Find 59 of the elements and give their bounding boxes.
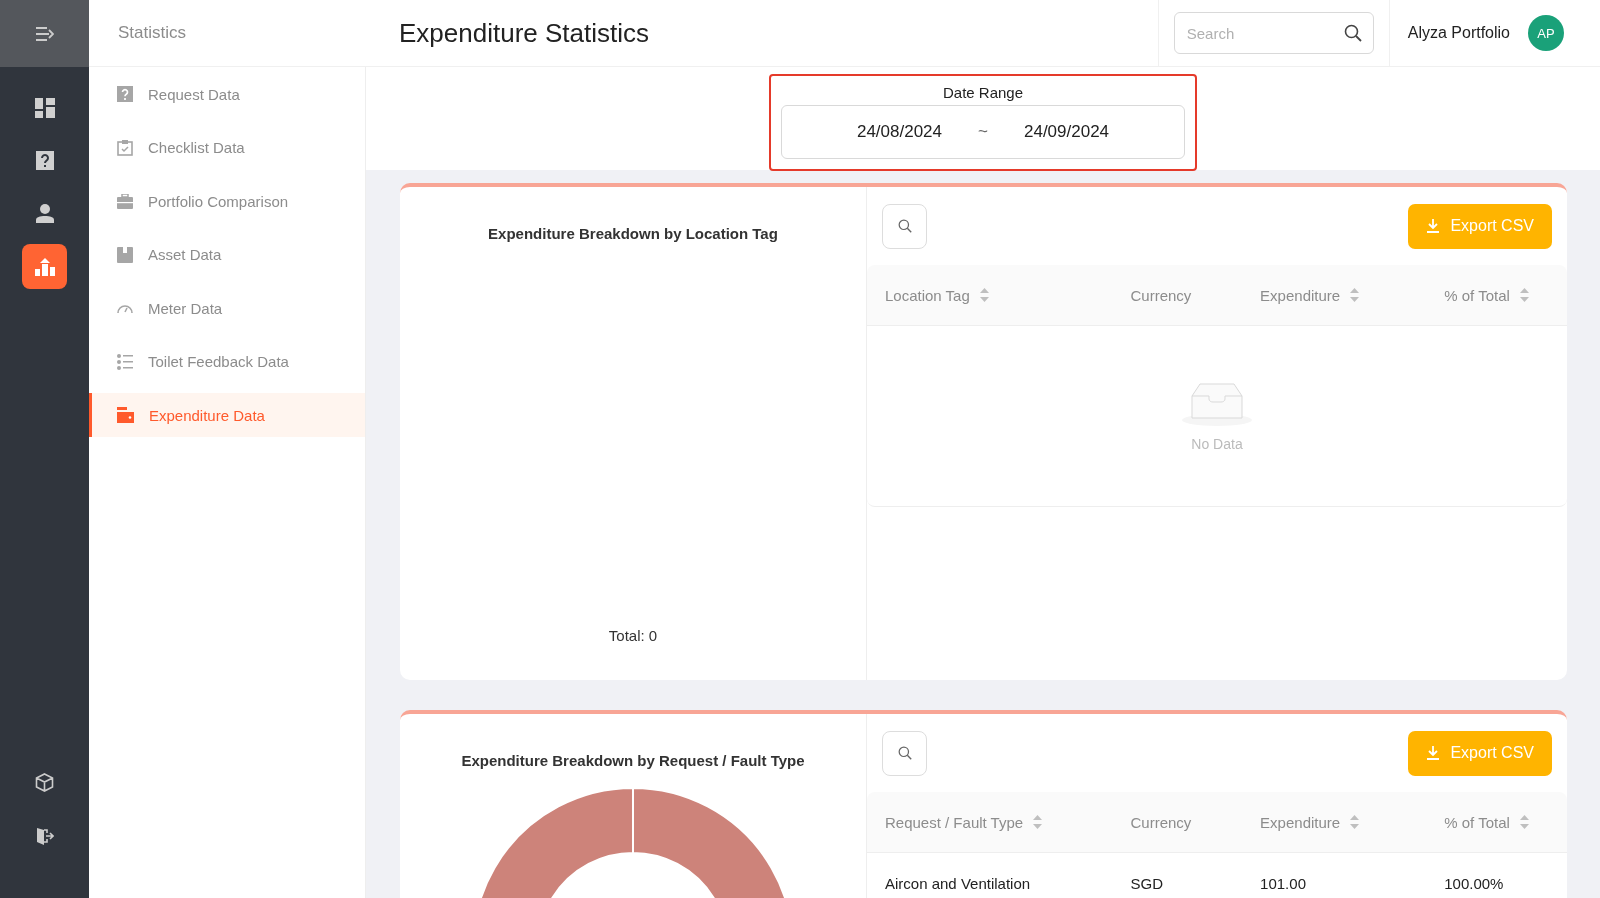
dashboard-icon — [34, 97, 55, 118]
question-icon — [117, 86, 133, 102]
table-cell-text: 100.00% — [1444, 874, 1505, 892]
sidebar-item[interactable]: Request Data — [89, 72, 365, 116]
chart-title: Expenditure Breakdown by Location Tag — [488, 225, 778, 242]
sort-icon — [1033, 815, 1043, 829]
export-csv-button[interactable]: Export CSV — [1408, 730, 1552, 776]
logout-icon — [35, 826, 54, 845]
column-header[interactable]: Request / Fault Type — [885, 813, 1024, 831]
sort-icon — [1350, 815, 1360, 829]
cube-icon — [35, 773, 54, 792]
wallet-icon — [117, 407, 134, 423]
rail-button[interactable] — [22, 244, 67, 289]
sidebar-item[interactable]: Checklist Data — [89, 125, 365, 170]
search-icon — [1343, 24, 1362, 42]
download-icon — [1426, 219, 1441, 233]
box-icon — [117, 246, 133, 263]
chart-total: Total: 0 — [608, 627, 658, 644]
column-header[interactable]: Currency — [1130, 813, 1192, 831]
sidebar-item[interactable]: Portfolio Comparison — [89, 179, 365, 223]
column-header[interactable]: % of Total — [1444, 286, 1510, 304]
column-header[interactable]: Location Tag — [885, 286, 970, 304]
empty-text: No Data — [1191, 436, 1243, 452]
user-name: Alyza Portfolio — [1407, 24, 1510, 42]
empty-inbox-icon — [1182, 380, 1252, 426]
list-icon — [117, 353, 133, 370]
column-header[interactable]: % of Total — [1444, 813, 1510, 831]
sort-icon — [1519, 288, 1529, 302]
sort-icon — [1519, 815, 1529, 829]
briefcase-icon — [117, 193, 133, 209]
user-avatar[interactable]: AP — [1528, 15, 1564, 51]
column-header[interactable]: Expenditure — [1260, 813, 1341, 831]
sidebar-title: Statistics — [117, 23, 188, 43]
chart-title: Expenditure Breakdown by Request / Fault Type — [461, 752, 805, 769]
date-range-field[interactable]: 24/08/2024 ~ 24/09/2024 — [781, 105, 1185, 159]
question-icon — [35, 151, 54, 170]
sidebar-item[interactable]: Meter Data — [89, 286, 365, 330]
search-icon — [897, 219, 912, 233]
sort-icon — [1350, 288, 1360, 302]
menu-icon[interactable] — [35, 26, 54, 41]
table-cell-text: 101.00 — [1260, 874, 1307, 892]
sidebar-item[interactable]: Asset Data — [89, 232, 365, 277]
column-header[interactable]: Currency — [1130, 286, 1192, 304]
column-header[interactable]: Expenditure — [1260, 286, 1341, 304]
sidebar-item[interactable]: Expenditure Data — [89, 393, 365, 437]
page-title: Expenditure Statistics — [399, 17, 650, 49]
person-icon — [35, 204, 54, 223]
sort-icon — [979, 288, 989, 302]
bar-chart-icon — [34, 257, 55, 276]
table-cell-text: Aircon and Ventilation — [885, 874, 1032, 892]
date-range-label: Date Range — [942, 84, 1024, 101]
export-csv-button[interactable]: Export CSV — [1408, 203, 1552, 249]
search-icon — [897, 746, 912, 760]
gauge-icon — [117, 303, 133, 313]
sidebar-item[interactable]: Toilet Feedback Data — [89, 339, 365, 384]
search-field[interactable]: Search — [1173, 12, 1374, 54]
download-icon — [1426, 746, 1441, 760]
table-cell-text: SGD — [1130, 874, 1165, 892]
clipboard-check-icon — [117, 139, 133, 156]
